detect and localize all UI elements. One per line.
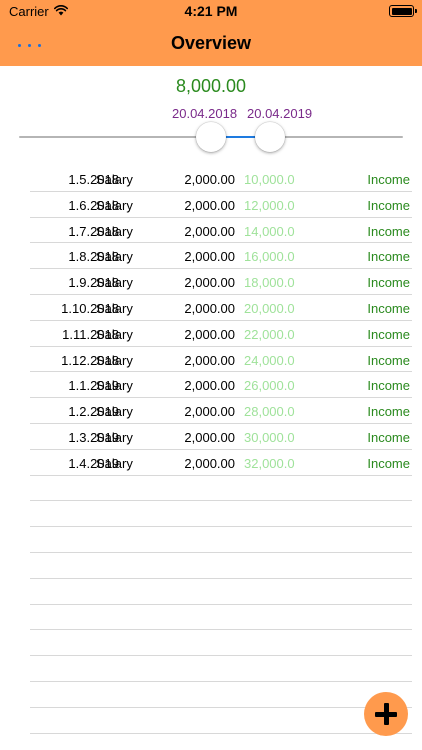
transaction-amount: 2,000.00 [184, 249, 235, 265]
transaction-amount: 2,000.00 [184, 378, 235, 394]
transaction-description: Salary [96, 249, 133, 265]
status-time: 4:21 PM [184, 3, 238, 19]
page-title: Overview [170, 33, 252, 53]
transaction-amount: 2,000.00 [184, 197, 235, 213]
transaction-amount: 2,000.00 [184, 455, 235, 471]
table-row[interactable]: 1.5.2018 Salary 2,000.00 10,000.0 Income [30, 166, 412, 192]
transaction-amount: 2,000.00 [184, 326, 235, 342]
table-row[interactable]: 1.8.2018 Salary 2,000.00 16,000.0 Income [30, 243, 412, 270]
empty-row [30, 682, 412, 708]
range-end-date: 20.04.2019 [247, 106, 313, 121]
transaction-description: Salary [96, 300, 133, 316]
transaction-type: Income [367, 352, 410, 368]
running-balance: 12,000.0 [244, 197, 295, 213]
transaction-description: Salary [96, 172, 133, 187]
transaction-type: Income [367, 249, 410, 265]
transaction-description: Salary [96, 404, 133, 420]
transaction-amount: 2,000.00 [184, 172, 235, 187]
transaction-description: Salary [96, 223, 133, 239]
transaction-type: Income [367, 429, 410, 445]
slider-end-handle[interactable] [255, 122, 285, 152]
empty-row [30, 605, 412, 631]
table-row[interactable]: 1.2.2019 Salary 2,000.00 28,000.0 Income [30, 398, 412, 424]
status-bar: Carrier 4:21 PM [0, 0, 422, 22]
transaction-type: Income [367, 455, 410, 471]
running-balance: 10,000.0 [244, 172, 295, 187]
running-balance: 30,000.0 [244, 429, 295, 445]
running-balance: 16,000.0 [244, 249, 295, 265]
running-balance: 22,000.0 [244, 326, 295, 342]
transaction-type: Income [367, 275, 410, 291]
table-row[interactable]: 1.9.2018 Salary 2,000.00 18,000.0 Income [30, 269, 412, 295]
empty-row [30, 630, 412, 657]
running-balance: 28,000.0 [244, 404, 295, 420]
running-balance: 14,000.0 [244, 223, 295, 239]
add-transaction-button[interactable] [364, 692, 408, 736]
table-row[interactable]: 1.7.2018 Salary 2,000.00 14,000.0 Income [30, 218, 412, 244]
range-start-date: 20.04.2018 [172, 106, 238, 121]
transaction-description: Salary [96, 352, 133, 368]
table-row[interactable]: 1.6.2018 Salary 2,000.00 12,000.0 Income [30, 192, 412, 218]
running-balance: 18,000.0 [244, 275, 295, 291]
transaction-amount: 2,000.00 [184, 275, 235, 291]
transaction-type: Income [367, 197, 410, 213]
navigation-bar: Overview [0, 22, 422, 66]
running-balance: 24,000.0 [244, 352, 295, 368]
transaction-amount: 2,000.00 [184, 404, 235, 420]
slider-start-handle[interactable] [196, 122, 226, 152]
transaction-description: Salary [96, 455, 133, 471]
empty-row [30, 708, 412, 734]
table-row[interactable]: 1.4.2019 Salary 2,000.00 32,000.0 Income [30, 450, 412, 476]
date-range-slider[interactable] [19, 120, 403, 154]
battery-icon [389, 5, 417, 17]
table-row[interactable]: 1.1.2019 Salary 2,000.00 26,000.0 Income [30, 372, 412, 399]
running-balance: 32,000.0 [244, 455, 295, 471]
transaction-description: Salary [96, 197, 133, 213]
transaction-amount: 2,000.00 [184, 300, 235, 316]
transaction-description: Salary [96, 326, 133, 342]
table-row[interactable]: 1.11.2018 Salary 2,000.00 22,000.0 Income [30, 321, 412, 347]
empty-row [30, 527, 412, 553]
transaction-list: 1.5.2018 Salary 2,000.00 10,000.0 Income 1.6.… [0, 166, 422, 734]
table-row[interactable]: 1.3.2019 Salary 2,000.00 30,000.0 Income [30, 424, 412, 450]
table-row[interactable]: 1.10.2018 Salary 2,000.00 20,000.0 Income [30, 295, 412, 321]
empty-row [30, 656, 412, 682]
transaction-amount: 2,000.00 [184, 429, 235, 445]
empty-row [30, 553, 412, 579]
running-balance: 26,000.0 [244, 378, 295, 394]
transaction-amount: 2,000.00 [184, 223, 235, 239]
transaction-type: Income [367, 223, 410, 239]
transaction-amount: 2,000.00 [184, 352, 235, 368]
transaction-type: Income [367, 404, 410, 420]
transaction-description: Salary [96, 378, 133, 394]
empty-row [30, 476, 412, 502]
table-row[interactable]: 1.12.2018 Salary 2,000.00 24,000.0 Income [30, 347, 412, 373]
running-balance: 20,000.0 [244, 300, 295, 316]
transaction-type: Income [367, 378, 410, 394]
transaction-description: Salary [96, 429, 133, 445]
empty-row [30, 501, 412, 528]
header-bar: Carrier 4:21 PM Overview [0, 0, 422, 66]
empty-row [30, 579, 412, 605]
total-amount: 8,000.00 [175, 76, 247, 96]
transaction-type: Income [367, 172, 410, 187]
transaction-type: Income [367, 326, 410, 342]
transaction-description: Salary [96, 275, 133, 291]
transaction-type: Income [367, 300, 410, 316]
